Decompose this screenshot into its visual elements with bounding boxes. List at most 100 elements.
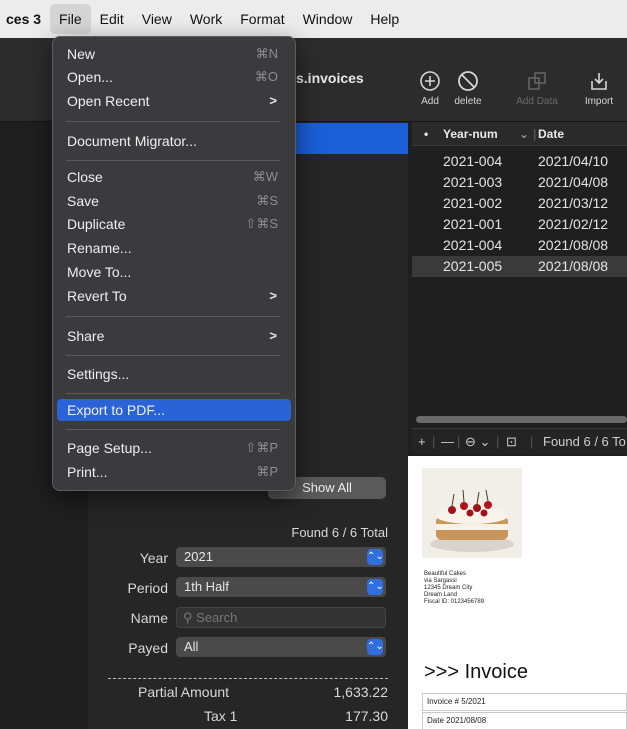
table-row[interactable]: 2021-003 2021/04/08 bbox=[412, 172, 627, 193]
menu-item-save[interactable]: Save ⌘S bbox=[57, 190, 291, 212]
menu-item-rename[interactable]: Rename... bbox=[57, 237, 291, 259]
address-line: via Sargassi bbox=[424, 578, 457, 584]
address-line: Dream Land bbox=[424, 592, 458, 598]
menu-item-close[interactable]: Close ⌘W bbox=[57, 166, 291, 188]
menu-item-share[interactable]: Share > bbox=[57, 325, 291, 347]
menu-item-label: Duplicate bbox=[67, 216, 126, 232]
import-label: Import bbox=[584, 96, 614, 107]
period-popup[interactable]: 1th Half ⌃⌄ bbox=[176, 577, 386, 597]
menu-work[interactable]: Work bbox=[181, 4, 231, 34]
plus-circle-icon bbox=[420, 71, 440, 91]
delete-button[interactable]: delete bbox=[443, 70, 493, 107]
add-data-icon bbox=[528, 72, 546, 90]
column-year-num[interactable]: Year-num bbox=[443, 127, 498, 141]
shortcut-label: ⌘S bbox=[256, 193, 278, 208]
menu-item-new[interactable]: New ⌘N bbox=[57, 43, 291, 65]
menu-item-page-setup[interactable]: Page Setup... ⇧⌘P bbox=[57, 437, 291, 459]
menu-item-open[interactable]: Open... ⌘O bbox=[57, 66, 291, 88]
menu-item-label: Save bbox=[67, 193, 99, 209]
menu-file[interactable]: File bbox=[50, 4, 91, 34]
add-data-button[interactable]: Add Data bbox=[512, 70, 562, 107]
shortcut-label: ⌘P bbox=[256, 464, 278, 479]
table-row[interactable]: 2021-002 2021/03/12 bbox=[412, 193, 627, 214]
table-header: • Year-num ⌄ | Date bbox=[412, 122, 627, 146]
table-row[interactable]: 2021-001 2021/02/12 bbox=[412, 214, 627, 235]
search-input[interactable]: ⚲ Search bbox=[176, 607, 386, 628]
import-icon bbox=[591, 73, 607, 90]
horizontal-scrollbar[interactable] bbox=[416, 416, 627, 423]
cell-date: 2021/04/10 bbox=[538, 153, 609, 169]
chevron-updown-icon: ⌃⌄ bbox=[367, 579, 384, 595]
year-value: 2021 bbox=[184, 549, 213, 564]
divider: | bbox=[530, 434, 534, 449]
prohibit-icon bbox=[458, 71, 478, 91]
window-title: s.invoices bbox=[296, 70, 364, 86]
menu-item-label: Revert To bbox=[67, 288, 127, 304]
menu-item-move-to[interactable]: Move To... bbox=[57, 261, 291, 283]
table-found-count: Found 6 / 6 To bbox=[543, 434, 626, 449]
menu-format[interactable]: Format bbox=[231, 4, 293, 34]
search-icon: ⚲ bbox=[183, 610, 193, 625]
table-row-selected[interactable]: 2021-005 2021/08/08 bbox=[412, 256, 627, 277]
menu-item-label: Document Migrator... bbox=[67, 133, 197, 149]
period-label: Period bbox=[127, 580, 168, 596]
menu-item-label: Rename... bbox=[67, 240, 132, 256]
chevron-updown-icon: ⌃⌄ bbox=[367, 549, 384, 565]
chevron-right-icon: > bbox=[269, 93, 277, 108]
menu-item-print[interactable]: Print... ⌘P bbox=[57, 461, 291, 483]
invoice-date: Date 2021/08/08 bbox=[422, 712, 627, 729]
cell-year-num: 2021-005 bbox=[443, 258, 503, 274]
add-data-label: Add Data bbox=[516, 96, 558, 107]
cell-date: 2021/03/12 bbox=[538, 195, 609, 211]
menu-separator bbox=[66, 393, 280, 394]
import-button[interactable]: Import bbox=[574, 70, 624, 107]
menu-bar: ces 3 File Edit View Work Format Window … bbox=[0, 0, 627, 38]
menu-item-label: Share bbox=[67, 328, 105, 344]
menu-item-revert-to[interactable]: Revert To > bbox=[57, 285, 291, 307]
menu-item-label: Settings... bbox=[67, 366, 130, 382]
chevron-right-icon: > bbox=[269, 288, 277, 303]
payed-label: Payed bbox=[128, 640, 168, 656]
divider: | bbox=[457, 434, 461, 449]
summary-divider bbox=[108, 678, 388, 679]
add-row-button[interactable]: + bbox=[418, 434, 426, 449]
shortcut-label: ⌘W bbox=[252, 169, 278, 184]
menu-item-document-migrator[interactable]: Document Migrator... bbox=[57, 130, 291, 152]
shortcut-label: ⌘N bbox=[255, 46, 278, 61]
menu-window[interactable]: Window bbox=[294, 4, 362, 34]
app-menu[interactable]: ces 3 bbox=[0, 4, 50, 34]
cell-date: 2021/02/12 bbox=[538, 216, 609, 232]
year-popup[interactable]: 2021 ⌃⌄ bbox=[176, 547, 386, 567]
remove-row-button[interactable]: — bbox=[441, 434, 454, 449]
menu-separator bbox=[66, 121, 280, 122]
menu-edit[interactable]: Edit bbox=[91, 4, 133, 34]
column-date[interactable]: Date bbox=[538, 127, 564, 141]
menu-item-duplicate[interactable]: Duplicate ⇧⌘S bbox=[57, 213, 291, 235]
menu-item-export-pdf[interactable]: Export to PDF... bbox=[57, 399, 291, 421]
menu-separator bbox=[66, 355, 280, 356]
chevron-right-icon: > bbox=[269, 328, 277, 343]
table-row[interactable]: 2021-004 2021/04/10 bbox=[412, 151, 627, 172]
found-count: Found 6 / 6 Total bbox=[291, 525, 388, 540]
menu-item-settings[interactable]: Settings... bbox=[57, 363, 291, 385]
cell-date: 2021/04/08 bbox=[538, 174, 609, 190]
menu-help[interactable]: Help bbox=[361, 4, 408, 34]
more-options-icon[interactable]: ⊖ ⌄ bbox=[465, 434, 490, 450]
table-row[interactable]: 2021-004 2021/08/08 bbox=[412, 235, 627, 256]
delete-label: delete bbox=[454, 96, 482, 107]
menu-item-open-recent[interactable]: Open Recent > bbox=[57, 90, 291, 112]
search-placeholder: Search bbox=[196, 610, 238, 625]
address-line: Fiscal ID: 0123456789 bbox=[424, 599, 485, 605]
payed-popup[interactable]: All ⌃⌄ bbox=[176, 637, 386, 657]
tax-value: 177.30 bbox=[345, 708, 388, 724]
shortcut-label: ⌘O bbox=[254, 69, 278, 84]
menu-separator bbox=[66, 160, 280, 161]
menu-item-label: Page Setup... bbox=[67, 440, 152, 456]
menu-view[interactable]: View bbox=[133, 4, 181, 34]
period-value: 1th Half bbox=[184, 579, 229, 594]
year-label: Year bbox=[139, 550, 168, 566]
dot-icon: • bbox=[424, 127, 429, 141]
add-label: Add bbox=[421, 96, 439, 107]
lock-icon[interactable]: ⊡ bbox=[506, 434, 517, 450]
sort-chevron-icon[interactable]: ⌄ bbox=[519, 127, 529, 141]
